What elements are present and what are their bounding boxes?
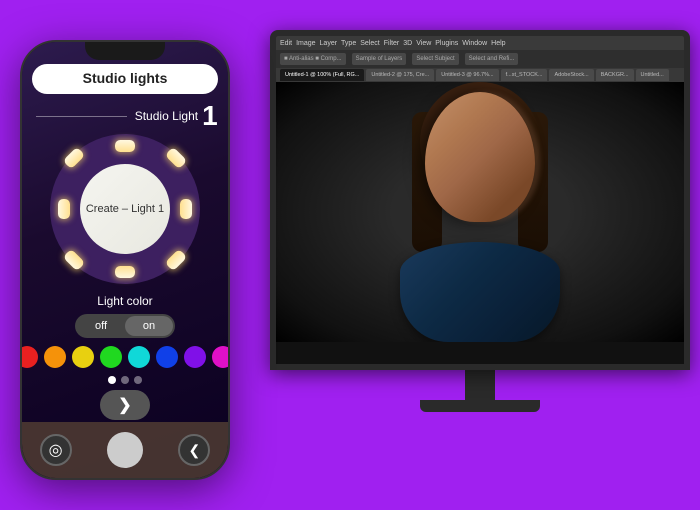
- toggle-off-btn[interactable]: off: [77, 316, 125, 336]
- back-icon: ❮: [188, 442, 200, 459]
- ps-tab-3[interactable]: Untitled-3 @ 96.7%...: [436, 69, 498, 81]
- menu-3d[interactable]: 3D: [403, 40, 412, 47]
- swatch-orange[interactable]: [44, 346, 66, 368]
- menu-window[interactable]: Window: [462, 40, 487, 47]
- toolbar-refine[interactable]: Select and Refi...: [465, 53, 519, 65]
- face-scarf: [400, 242, 560, 342]
- light-color-section: Light color off on: [32, 294, 217, 338]
- swatch-red[interactable]: [22, 346, 38, 368]
- ring-center[interactable]: Create – Light 1: [80, 164, 170, 254]
- phone-notch: [85, 42, 165, 60]
- monitor-stand-base: [420, 400, 540, 412]
- menu-edit[interactable]: Edit: [280, 40, 292, 47]
- toolbar-select[interactable]: Select Subject: [412, 53, 458, 65]
- dot-3[interactable]: [134, 376, 142, 384]
- bulb-top-right: [165, 147, 188, 170]
- studio-light-number: 1: [202, 102, 218, 130]
- toggle-on-btn[interactable]: on: [125, 316, 173, 336]
- phone-title: Studio lights: [83, 70, 168, 86]
- menu-filter[interactable]: Filter: [384, 40, 400, 47]
- bulb-right: [180, 199, 192, 219]
- portrait-background: [276, 82, 684, 342]
- next-icon: ❯: [118, 395, 131, 415]
- menu-select[interactable]: Select: [360, 40, 379, 47]
- face-silhouette: [390, 82, 570, 342]
- phone: Studio lights Studio Light 1: [20, 40, 230, 480]
- menu-type[interactable]: Type: [341, 40, 356, 47]
- ring-center-text: Create – Light 1: [86, 203, 164, 215]
- color-swatches: [22, 346, 228, 368]
- swatch-pink[interactable]: [212, 346, 228, 368]
- toolbar-sample[interactable]: Sample of Layers: [352, 53, 407, 65]
- ps-tab-2[interactable]: Untitled-2 @ 175, Cre...: [366, 69, 434, 81]
- bulb-bottom-right: [165, 249, 188, 272]
- ps-tab-1[interactable]: Untitled-1 @ 100% (Full, RG...: [280, 69, 364, 81]
- ps-tab-4[interactable]: f...st_STOCK...: [501, 69, 548, 81]
- ps-tab-5[interactable]: AdobeStock...: [549, 69, 593, 81]
- home-button[interactable]: [107, 432, 143, 468]
- ps-toolbar: ■ Anti-alias ■ Comp... Sample of Layers …: [276, 50, 684, 68]
- dot-2[interactable]: [121, 376, 129, 384]
- swatch-purple[interactable]: [184, 346, 206, 368]
- menu-image[interactable]: Image: [296, 40, 315, 47]
- toggle-row: off on: [75, 314, 175, 338]
- menu-help[interactable]: Help: [491, 40, 505, 47]
- ps-tab-6[interactable]: BACKGR...: [596, 69, 634, 81]
- ring-light[interactable]: Create – Light 1: [50, 134, 200, 284]
- bulb-top: [115, 140, 135, 152]
- phone-screen: Studio lights Studio Light 1: [22, 42, 228, 478]
- swatch-cyan[interactable]: [128, 346, 150, 368]
- bulb-bottom-left: [63, 249, 86, 272]
- pagination-dots: [108, 376, 142, 384]
- dot-1[interactable]: [108, 376, 116, 384]
- phone-title-bar: Studio lights: [32, 64, 217, 94]
- swatch-blue[interactable]: [156, 346, 178, 368]
- ps-tab-7[interactable]: Untitled...: [636, 69, 669, 81]
- ps-image-area: [276, 82, 684, 342]
- scene: Studio lights Studio Light 1: [10, 10, 690, 500]
- bulb-left: [58, 199, 70, 219]
- menu-layer[interactable]: Layer: [320, 40, 338, 47]
- ps-menubar: Edit Image Layer Type Select Filter 3D V…: [276, 36, 684, 50]
- light-color-label: Light color: [97, 294, 152, 308]
- menu-view[interactable]: View: [416, 40, 431, 47]
- ring-light-container: Create – Light 1: [50, 134, 200, 284]
- next-button[interactable]: ❯: [100, 390, 150, 420]
- back-button[interactable]: ❮: [178, 434, 210, 466]
- monitor-screen: Edit Image Layer Type Select Filter 3D V…: [270, 30, 690, 370]
- target-button[interactable]: ◎: [40, 434, 72, 466]
- monitor-stand-neck: [465, 370, 495, 400]
- bulb-bottom: [115, 266, 135, 278]
- ps-tabs: Untitled-1 @ 100% (Full, RG... Untitled-…: [276, 68, 684, 82]
- target-icon: ◎: [49, 440, 63, 460]
- swatch-yellow[interactable]: [72, 346, 94, 368]
- swatch-green[interactable]: [100, 346, 122, 368]
- studio-light-text: Studio Light: [135, 109, 198, 123]
- studio-light-label-row: Studio Light 1: [32, 102, 217, 130]
- bulb-top-left: [63, 147, 86, 170]
- phone-bottom-bar: ◎ ❮: [22, 422, 228, 478]
- menu-plugins[interactable]: Plugins: [435, 40, 458, 47]
- label-line: [36, 116, 126, 117]
- toolbar-mode[interactable]: ■ Anti-alias ■ Comp...: [280, 53, 346, 65]
- face-head: [425, 92, 535, 222]
- monitor: Edit Image Layer Type Select Filter 3D V…: [260, 30, 700, 490]
